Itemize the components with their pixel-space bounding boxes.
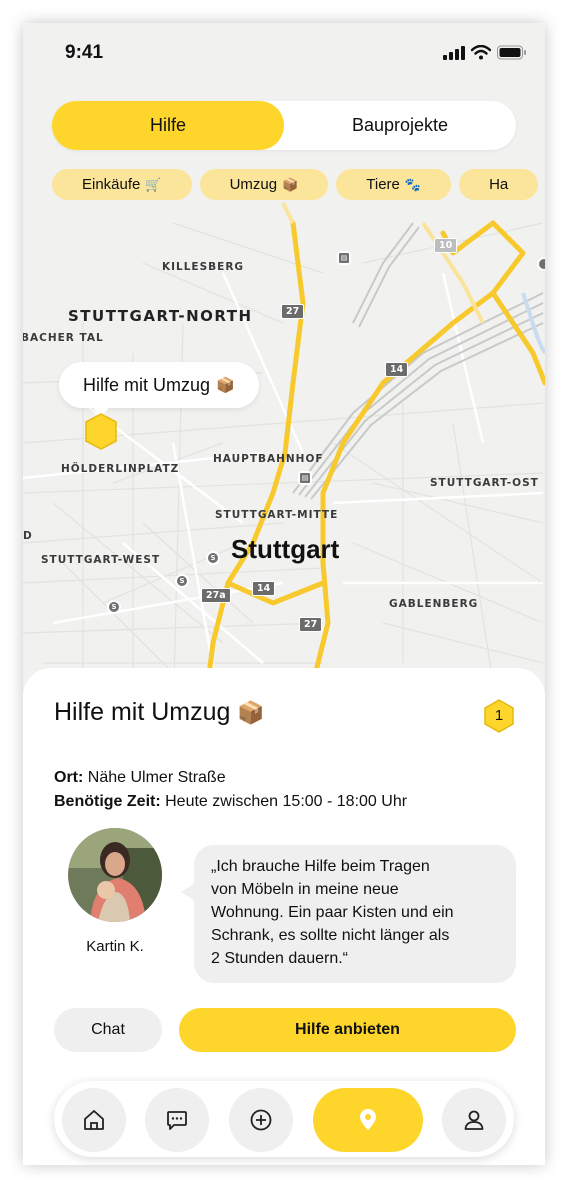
chat-button[interactable]: Chat: [54, 1008, 162, 1052]
quote-line: „Ich brauche Hilfe beim Tragen: [211, 858, 430, 875]
map-pin-icon: [360, 1109, 376, 1130]
chip-label: Tiere: [366, 176, 400, 193]
map-label-city: Stuttgart: [231, 534, 340, 564]
time-value: Heute zwischen 15:00 - 18:00 Uhr: [165, 793, 408, 810]
paw-icon: 🐾: [404, 176, 422, 192]
chip-label: Einkäufe: [82, 176, 141, 193]
time-label: Benötige Zeit:: [54, 793, 161, 810]
nav-map[interactable]: [313, 1088, 423, 1152]
category-chips: Einkäufe 🛒 Umzug 📦 Tiere 🐾 Ha: [52, 169, 539, 202]
cart-icon: 🛒: [145, 176, 162, 192]
profile-icon: [464, 1110, 484, 1130]
road-shield: 27: [281, 304, 305, 319]
map-label-hauptbahnhof: HAUPTBAHNHOF: [213, 453, 324, 465]
count-badge: 1: [482, 699, 516, 733]
chip-einkaeufe[interactable]: Einkäufe 🛒: [52, 169, 192, 200]
sbahn-icon: S: [107, 600, 121, 614]
request-title-text: Hilfe mit Umzug: [54, 698, 231, 726]
chip-label: Umzug: [229, 176, 278, 193]
chip-more[interactable]: Ha: [459, 169, 539, 200]
location-label: Ort:: [54, 769, 84, 786]
road-shield: 27: [299, 617, 323, 632]
status-bar: 9:41: [23, 23, 545, 83]
nav-add[interactable]: [229, 1088, 293, 1152]
nav-profile[interactable]: [442, 1088, 506, 1152]
signal-icon: [443, 45, 465, 60]
map-label-stuttgart-west: STUTTGART-WEST: [41, 554, 161, 566]
nav-chat[interactable]: [145, 1088, 209, 1152]
train-station-icon: ▤: [337, 251, 351, 265]
map-label-stuttgart-mitte: STUTTGART-MITTE: [215, 509, 339, 521]
request-description: „Ich brauche Hilfe beim Tragen von Möbel…: [181, 845, 516, 983]
map-label-killesberg: KILLESBERG: [162, 261, 245, 273]
battery-icon: [497, 45, 526, 60]
sbahn-icon: S: [206, 551, 220, 565]
avatar-photo: [68, 828, 162, 922]
road-shield: 14: [252, 581, 276, 596]
map-label-hoelderlinplatz: HÖLDERLINPLATZ: [61, 463, 180, 475]
request-title: Hilfe mit Umzug 📦: [54, 698, 265, 727]
add-icon: [250, 1109, 272, 1131]
map-label-edge: D: [23, 530, 33, 542]
road-shield: 27a: [201, 588, 231, 603]
location-value: Nähe Ulmer Straße: [87, 769, 226, 786]
status-time: 9:41: [65, 42, 104, 63]
time-row: Benötige Zeit: Heute zwischen 15:00 - 18…: [54, 793, 407, 811]
chip-tiere[interactable]: Tiere 🐾: [336, 169, 452, 200]
map-label-stuttgart-ost: STUTTGART-OST: [430, 477, 539, 489]
map-request-bubble[interactable]: Hilfe mit Umzug 📦: [59, 362, 259, 418]
map-label-gablenberg: GABLENBERG: [389, 598, 479, 610]
tab-hilfe[interactable]: Hilfe: [52, 101, 284, 150]
phone-screen: KILLESBERG STUTTGART-NORTH BACHER TAL HÖ…: [23, 23, 545, 1165]
wifi-icon: [471, 45, 491, 60]
count-badge-value: 1: [494, 707, 504, 724]
quote-line: von Möbeln in meine neue: [211, 881, 399, 898]
map-label-stuttgart-north: STUTTGART-NORTH: [68, 307, 253, 325]
author-name: Kartin K.: [86, 938, 144, 955]
request-sheet: Hilfe mit Umzug 📦 1 Ort: Nähe Ulmer Stra…: [23, 668, 545, 1165]
quote-line: Schrank, es sollte nicht länger als: [211, 927, 450, 944]
map-bubble-text: Hilfe mit Umzug: [83, 374, 211, 395]
quote-line: 2 Stunden dauern.“: [211, 950, 348, 967]
map-label-bacher-tal: BACHER TAL: [23, 332, 104, 344]
chip-label: Ha: [489, 176, 509, 193]
location-row: Ort: Nähe Ulmer Straße: [54, 769, 226, 787]
poi-icon: [537, 257, 545, 271]
box-icon: 📦: [237, 700, 265, 725]
bottom-nav: [54, 1081, 514, 1157]
home-icon: [84, 1110, 104, 1130]
nav-home[interactable]: [62, 1088, 126, 1152]
chat-icon: [167, 1111, 187, 1130]
offer-help-button[interactable]: Hilfe anbieten: [179, 1008, 516, 1052]
train-station-icon: ▤: [298, 471, 312, 485]
box-icon: 📦: [216, 377, 235, 394]
mode-switch: Hilfe Bauprojekte: [52, 101, 516, 150]
avatar[interactable]: [68, 828, 162, 922]
road-shield: 14: [385, 362, 409, 377]
road-shield: 10: [434, 238, 458, 253]
hex-marker-icon[interactable]: [83, 412, 119, 452]
quote-line: Wohnung. Ein paar Kisten und ein: [211, 904, 454, 921]
tab-bauprojekte[interactable]: Bauprojekte: [284, 101, 516, 150]
chip-umzug[interactable]: Umzug 📦: [199, 169, 329, 200]
sbahn-icon: S: [175, 574, 189, 588]
box-icon: 📦: [282, 176, 299, 192]
